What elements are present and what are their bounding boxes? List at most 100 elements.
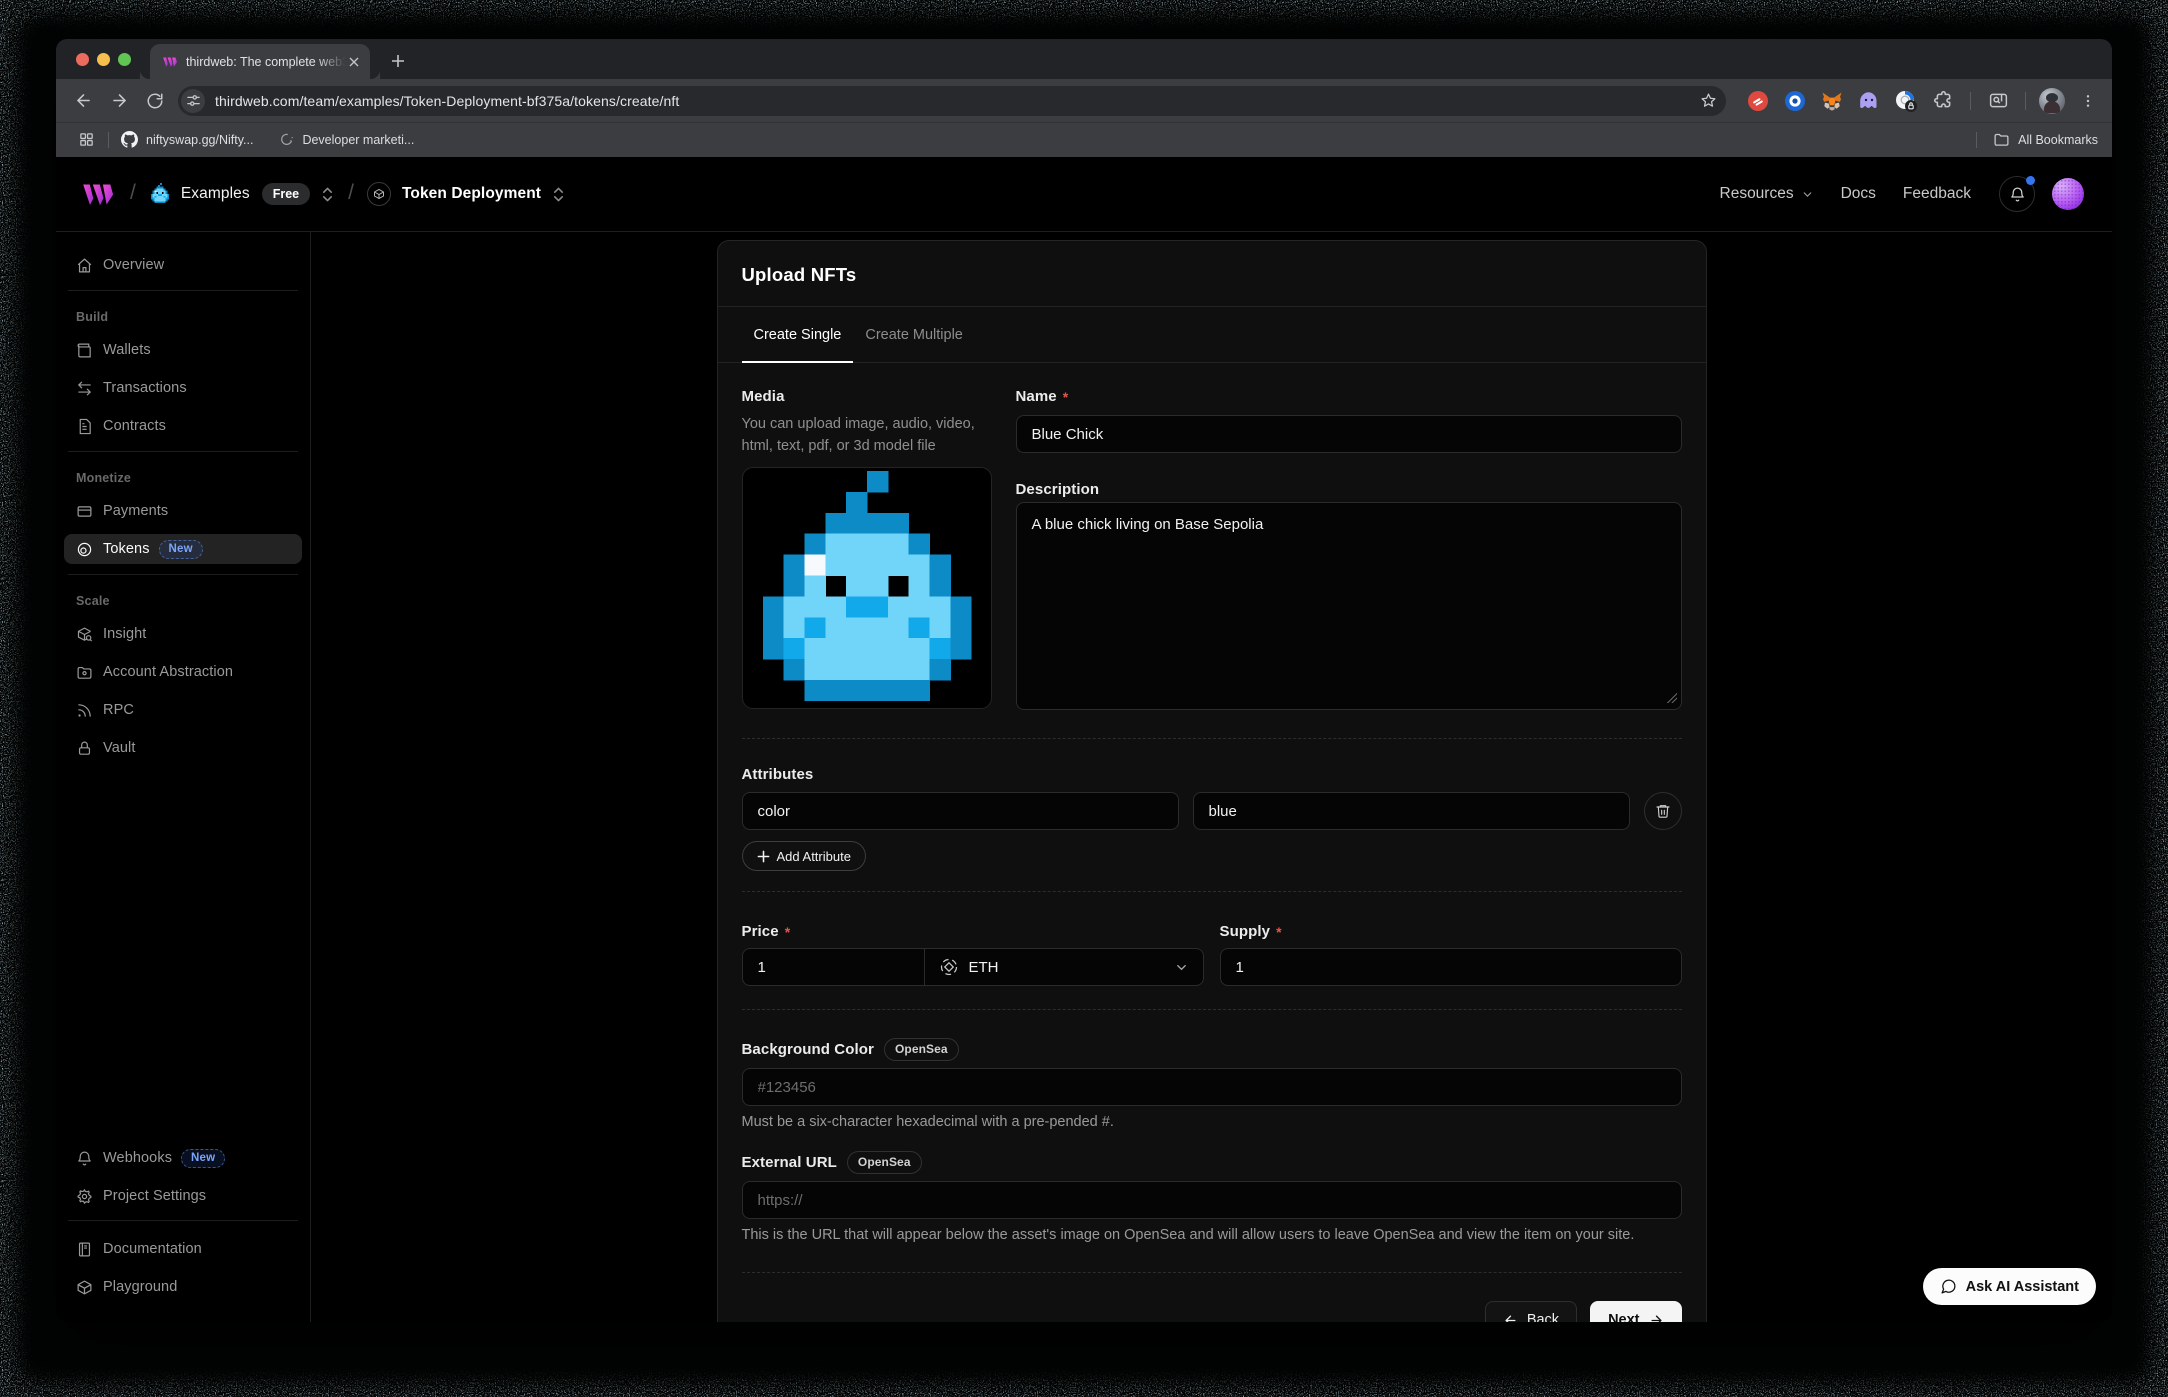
tab-title: thirdweb: The complete web3 (186, 55, 346, 69)
sidebar-item-contracts[interactable]: Contracts (64, 411, 302, 441)
thirdweb-logo[interactable] (82, 183, 117, 206)
password-manager-icon[interactable] (1892, 87, 1920, 115)
back-button[interactable]: Back (1485, 1301, 1577, 1322)
sidebar-item-payments[interactable]: Payments (64, 496, 302, 526)
sidebar-item-transactions[interactable]: Transactions (64, 373, 302, 403)
trash-icon (1655, 803, 1671, 819)
document-icon (76, 418, 93, 435)
sidebar-item-tokens[interactable]: Tokens New (64, 534, 302, 564)
delete-attribute-button[interactable] (1644, 792, 1682, 830)
sidebar-item-insight[interactable]: Insight (64, 619, 302, 649)
arrow-right-icon (1649, 1313, 1664, 1323)
gear-icon (76, 1188, 93, 1205)
external-url-input[interactable] (742, 1181, 1682, 1219)
sidebar-divider (68, 290, 298, 291)
browser-tab[interactable]: thirdweb: The complete web3 (150, 44, 370, 79)
description-input[interactable]: A blue chick living on Base Sepolia (1016, 502, 1682, 710)
site-info-icon[interactable] (181, 89, 205, 113)
media-hint: You can upload image, audio, video, html… (742, 413, 992, 457)
extension-red-icon[interactable] (1744, 87, 1772, 115)
reload-icon[interactable] (140, 86, 170, 116)
browser-menu-icon[interactable] (2074, 87, 2102, 115)
media-preview[interactable] (742, 467, 992, 709)
browser-profile-avatar[interactable] (2039, 88, 2065, 114)
extension-target-icon[interactable] (1781, 87, 1809, 115)
bookmark-developer-marketing[interactable]: Developer marketi... (279, 132, 414, 147)
metamask-icon[interactable] (1818, 87, 1846, 115)
sidebar-item-rpc[interactable]: RPC (64, 695, 302, 725)
media-label: Media (742, 385, 992, 407)
project-name[interactable]: Token Deployment (402, 185, 541, 203)
breadcrumb-separator: / (130, 181, 136, 205)
phantom-icon[interactable] (1855, 87, 1883, 115)
sidebar-item-overview[interactable]: Overview (64, 250, 302, 280)
bookmark-star-icon[interactable] (1696, 89, 1720, 113)
thirdweb-page: / Examples Free / Token Deployment Reso (56, 157, 2112, 1322)
add-attribute-button[interactable]: Add Attribute (742, 841, 866, 871)
attribute-value-input[interactable] (1193, 792, 1630, 830)
header-nav: Resources Docs Feedback (1693, 176, 2085, 212)
notifications-button[interactable] (1999, 176, 2035, 212)
next-button[interactable]: Next (1590, 1301, 1681, 1322)
price-label: Price* (742, 920, 1204, 942)
name-input[interactable] (1016, 415, 1682, 453)
nav-feedback[interactable]: Feedback (1903, 185, 1971, 203)
window-minimize-button[interactable] (97, 53, 110, 66)
account-avatar[interactable] (2052, 178, 2084, 210)
team-switcher-icon[interactable] (320, 186, 335, 203)
currency-select[interactable]: ETH (925, 949, 1203, 985)
all-bookmarks-button[interactable]: All Bookmarks (1993, 131, 2098, 148)
window-controls (76, 39, 131, 79)
name-label: Name* (1016, 385, 1682, 407)
new-badge: New (159, 540, 203, 559)
chevron-down-icon (1174, 960, 1189, 975)
sidebar-item-account-abstraction[interactable]: Account Abstraction (64, 657, 302, 687)
apps-grid-icon[interactable] (76, 130, 96, 150)
tab-create-multiple[interactable]: Create Multiple (853, 307, 975, 362)
chevron-down-icon (1801, 188, 1814, 201)
sidebar-item-documentation[interactable]: Documentation (64, 1234, 302, 1264)
attribute-name-input[interactable] (742, 792, 1179, 830)
bookmark-label: Developer marketi... (302, 133, 414, 147)
sidebar-item-webhooks[interactable]: Webhooks New (64, 1143, 302, 1173)
arrow-left-icon (1503, 1313, 1518, 1323)
extensions-puzzle-icon[interactable] (1929, 87, 1957, 115)
cube-icon (76, 1279, 93, 1296)
sidebar-section-scale: Scale (64, 591, 302, 611)
sidebar-item-playground[interactable]: Playground (64, 1272, 302, 1302)
sidebar-item-wallets[interactable]: Wallets (64, 335, 302, 365)
sidebar-item-project-settings[interactable]: Project Settings (64, 1181, 302, 1211)
github-icon (121, 131, 138, 148)
bell-icon (76, 1150, 93, 1167)
forward-icon[interactable] (104, 86, 134, 116)
window-close-button[interactable] (76, 53, 89, 66)
tab-create-single[interactable]: Create Single (742, 307, 854, 362)
bell-icon (2009, 186, 2026, 203)
sidebar-item-vault[interactable]: Vault (64, 733, 302, 763)
app-header: / Examples Free / Token Deployment Reso (56, 157, 2112, 232)
team-name[interactable]: Examples (181, 185, 250, 203)
card-tabs: Create Single Create Multiple (718, 307, 1706, 363)
nav-resources[interactable]: Resources (1720, 185, 1814, 203)
bookmark-niftyswap[interactable]: niftyswap.gg/Nifty... (121, 131, 253, 148)
new-badge: New (181, 1149, 225, 1168)
address-bar[interactable]: thirdweb.com/team/examples/Token-Deploym… (178, 86, 1726, 116)
new-tab-button[interactable] (384, 47, 412, 75)
upload-nfts-card: Upload NFTs Create Single Create Multipl… (717, 240, 1707, 1322)
background-color-input[interactable] (742, 1068, 1682, 1106)
attributes-label: Attributes (742, 763, 1682, 785)
folder-icon (1993, 131, 2010, 148)
nav-docs[interactable]: Docs (1841, 185, 1876, 203)
all-bookmarks-label: All Bookmarks (2018, 133, 2098, 147)
ask-ai-assistant-button[interactable]: Ask AI Assistant (1923, 1268, 2096, 1305)
price-input[interactable] (743, 949, 925, 985)
supply-input[interactable] (1220, 948, 1682, 986)
required-asterisk: * (1063, 389, 1069, 405)
window-fullscreen-button[interactable] (118, 53, 131, 66)
rss-icon (76, 702, 93, 719)
tab-close-icon[interactable] (346, 54, 362, 70)
back-icon[interactable] (68, 86, 98, 116)
description-label: Description (1016, 478, 1682, 500)
project-switcher-icon[interactable] (551, 186, 566, 203)
side-panel-icon[interactable] (1984, 87, 2012, 115)
